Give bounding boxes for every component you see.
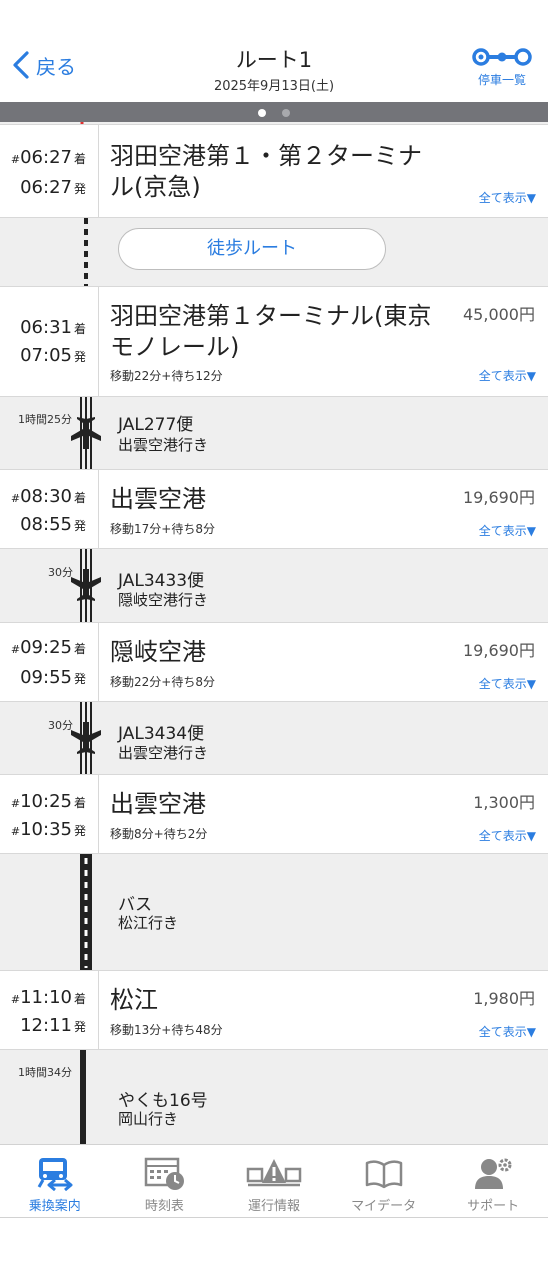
departure-time: 09:55 発: [20, 667, 86, 688]
station-name[interactable]: 出雲空港: [110, 789, 206, 820]
nav-label: 乗換案内: [28, 1199, 81, 1214]
arrival-time: #10:25 着: [10, 791, 86, 812]
ride-duration: 1時間34分: [18, 1066, 72, 1079]
fare: 19,690円: [463, 641, 535, 660]
destination: 松江行き: [118, 914, 179, 932]
station-name[interactable]: 羽田空港第１ターミナル(東京モノレール): [110, 301, 445, 363]
transfer-time: 移動22分+待ち12分: [110, 369, 223, 383]
nav-label: 時刻表: [144, 1199, 184, 1214]
station-name[interactable]: 松江: [110, 985, 158, 1016]
nav-label: サポート: [467, 1199, 520, 1214]
divider: [98, 971, 99, 1049]
show-all-link[interactable]: 全て表示▼: [479, 367, 536, 384]
show-all-link[interactable]: 全て表示▼: [479, 675, 536, 692]
departure-time: 06:27 発: [20, 177, 86, 198]
divider: [98, 125, 99, 217]
walk-segment: 徒歩ルート: [0, 218, 548, 286]
flight-segment[interactable]: 30分 JAL3433便 隠岐空港行き: [0, 549, 548, 622]
destination: 隠岐空港行き: [118, 591, 209, 609]
station-card[interactable]: #11:10 着 12:11 発 松江 1,980円 移動13分+待ち48分 全て表…: [0, 970, 548, 1050]
fare: 45,000円: [463, 305, 535, 324]
station-card[interactable]: #10:25 着 #10:35 発 出雲空港 1,300円 移動8分+待ち2分 全て…: [0, 774, 548, 854]
route-date: 2025年9月13日(土): [213, 79, 335, 94]
station-card[interactable]: #08:30 着 08:55 発 出雲空港 19,690円 移動17分+待ち8分 全…: [0, 469, 548, 549]
divider: [98, 287, 99, 396]
ride-duration: 1時間25分: [18, 413, 72, 426]
arrival-time: 06:31 着: [20, 317, 86, 338]
transfer-icon: [37, 1158, 73, 1191]
flight-number: JAL277便: [118, 415, 194, 435]
book-icon: [365, 1160, 402, 1189]
walk-route-button[interactable]: 徒歩ルート: [118, 228, 386, 270]
departure-time: 08:55 発: [20, 514, 86, 535]
page-title: ルート1: [235, 48, 313, 72]
divider: [98, 470, 99, 548]
timetable-icon: [145, 1157, 185, 1190]
ride-duration: 30分: [48, 566, 73, 579]
bus-segment[interactable]: バス 松江行き: [0, 854, 548, 970]
nav-timetable[interactable]: 時刻表: [110, 1145, 220, 1217]
stop-list-label: 停車一覧: [477, 73, 526, 87]
destination: 出雲空港行き: [118, 436, 209, 454]
flight-number: JAL3433便: [118, 571, 205, 591]
nav-transfer[interactable]: 乗換案内: [0, 1145, 110, 1217]
nav-label: マイデータ: [351, 1199, 417, 1214]
alert-train-icon: [246, 1159, 302, 1187]
nav-my-data[interactable]: マイデータ: [329, 1145, 439, 1217]
departure-time: 12:11 発: [20, 1015, 86, 1036]
fare: 1,300円: [473, 793, 535, 812]
arrival-time: #11:10 着: [10, 987, 86, 1008]
fare: 1,980円: [473, 989, 535, 1008]
show-all-link[interactable]: 全て表示▼: [479, 522, 536, 539]
transfer-time: 移動13分+待ち48分: [110, 1023, 223, 1037]
flight-number: JAL3434便: [118, 724, 205, 744]
transfer-time: 移動8分+待ち2分: [110, 827, 208, 841]
flight-segment[interactable]: 30分 JAL3434便 出雲空港行き: [0, 702, 548, 774]
divider: [98, 775, 99, 853]
station-name[interactable]: 出雲空港: [110, 484, 206, 515]
station-name[interactable]: 隠岐空港: [110, 637, 206, 668]
route-timeline[interactable]: #06:27 着 06:27 発 羽田空港第１・第２ターミナル(京急) 全て表示▼ …: [0, 122, 548, 1144]
train-segment[interactable]: 1時間34分 やくも16号 岡山行き: [0, 1050, 548, 1144]
destination: 出雲空港行き: [118, 744, 209, 762]
support-user-icon: [475, 1158, 512, 1189]
page-dot[interactable]: [282, 109, 290, 117]
arrival-time: #09:25 着: [10, 637, 86, 658]
transfer-time: 移動17分+待ち8分: [110, 522, 215, 536]
fare: 19,690円: [463, 488, 535, 507]
stop-list-button[interactable]: 停車一覧: [470, 46, 534, 88]
bottom-nav: 乗換案内 時刻表 運行情報 マイデータ サポート: [0, 1144, 548, 1218]
departure-time: #10:35 発: [10, 819, 86, 840]
departure-time: 07:05 発: [20, 345, 86, 366]
station-name[interactable]: 羽田空港第１・第２ターミナル(京急): [110, 141, 440, 203]
nav-support[interactable]: サポート: [438, 1145, 548, 1217]
arrival-time: #06:27 着: [10, 147, 86, 168]
page-dot-active[interactable]: [258, 109, 266, 117]
show-all-link[interactable]: 全て表示▼: [479, 1023, 536, 1040]
station-card[interactable]: 06:31 着 07:05 発 羽田空港第１ターミナル(東京モノレール) 45,00…: [0, 286, 548, 397]
flight-segment[interactable]: 1時間25分 JAL277便 出雲空港行き: [0, 397, 548, 469]
show-all-link[interactable]: 全て表示▼: [479, 827, 536, 844]
station-card[interactable]: #06:27 着 06:27 発 羽田空港第１・第２ターミナル(京急) 全て表示▼: [0, 124, 548, 218]
nav-service-info[interactable]: 運行情報: [219, 1145, 329, 1217]
transfer-time: 移動22分+待ち8分: [110, 675, 215, 689]
stop-list-icon: [472, 48, 532, 66]
page-indicator: [0, 102, 548, 122]
header: 戻る ルート1 2025年9月13日(土) 停車一覧: [0, 0, 548, 102]
ride-duration: 30分: [48, 719, 73, 732]
station-card[interactable]: #09:25 着 09:55 発 隠岐空港 19,690円 移動22分+待ち8分 全…: [0, 622, 548, 702]
nav-label: 運行情報: [247, 1199, 300, 1214]
show-all-link[interactable]: 全て表示▼: [479, 189, 536, 206]
destination: 岡山行き: [118, 1110, 179, 1128]
divider: [98, 623, 99, 701]
arrival-time: #08:30 着: [10, 486, 86, 507]
